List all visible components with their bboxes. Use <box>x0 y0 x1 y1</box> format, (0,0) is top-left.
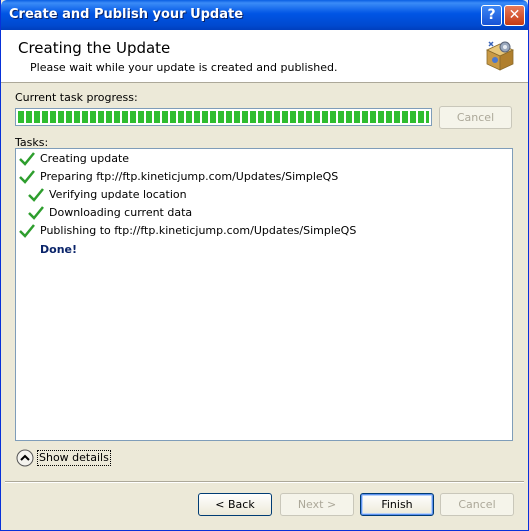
checkmark-icon <box>19 224 35 238</box>
checkmark-icon <box>19 152 35 166</box>
task-text: Preparing ftp://ftp.kineticjump.com/Upda… <box>40 170 339 183</box>
done-label: Done! <box>40 243 77 256</box>
wizard-header: Creating the Update Please wait while yo… <box>1 30 528 83</box>
progress-bar <box>15 108 432 126</box>
cancel-button[interactable]: Cancel <box>440 493 514 516</box>
page-subtitle: Please wait while your update is created… <box>30 61 338 74</box>
tasks-list: Creating update Preparing ftp://ftp.kine… <box>15 148 513 441</box>
package-icon <box>486 41 514 71</box>
close-button[interactable]: ✕ <box>504 5 525 26</box>
wizard-window: Create and Publish your Update ? ✕ Creat… <box>0 0 529 531</box>
task-text: Verifying update location <box>49 188 187 201</box>
cancel-task-button[interactable]: Cancel <box>439 106 512 129</box>
checkmark-icon <box>28 188 44 202</box>
chevron-up-icon[interactable] <box>16 449 34 467</box>
checkmark-icon <box>28 206 44 220</box>
footer-divider <box>5 481 524 483</box>
progress-label: Current task progress: <box>15 91 138 104</box>
task-text: Creating update <box>40 152 130 165</box>
show-details-link[interactable]: Show details <box>37 450 111 466</box>
next-button[interactable]: Next > <box>280 493 354 516</box>
help-button[interactable]: ? <box>481 5 502 26</box>
finish-button[interactable]: Finish <box>360 493 434 516</box>
back-button[interactable]: < Back <box>198 493 272 516</box>
window-title: Create and Publish your Update <box>9 7 244 22</box>
progress-fill <box>18 111 429 123</box>
title-bar[interactable]: Create and Publish your Update ? ✕ <box>1 0 528 30</box>
task-text: Publishing to ftp://ftp.kineticjump.com/… <box>40 224 357 237</box>
checkmark-icon <box>19 170 35 184</box>
task-text: Downloading current data <box>49 206 193 219</box>
page-title: Creating the Update <box>18 39 171 57</box>
